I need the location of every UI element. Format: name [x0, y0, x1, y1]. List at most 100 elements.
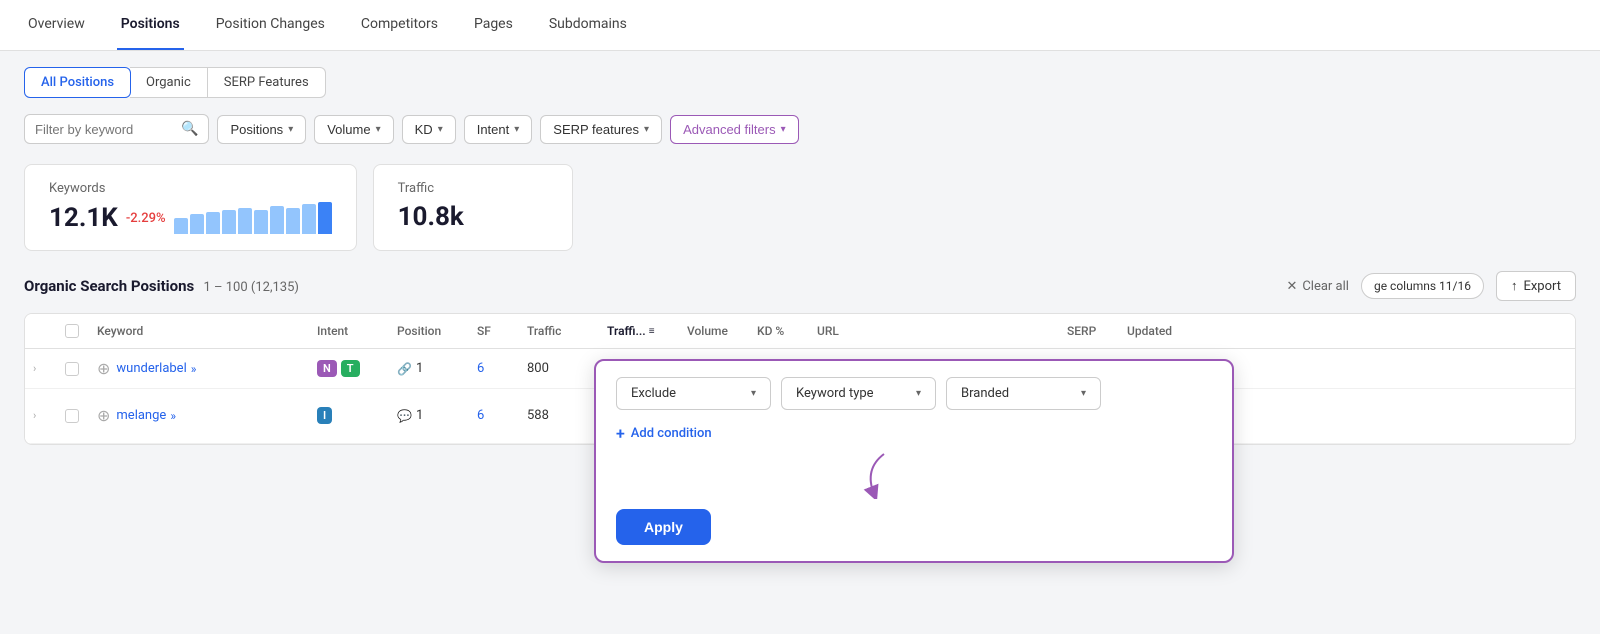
chevron-down-icon: ▾	[438, 124, 443, 135]
select-all-checkbox[interactable]	[65, 324, 79, 338]
section-title-area: Organic Search Positions 1 – 100 (12,135…	[24, 277, 299, 295]
filter-bar: 🔍 Positions ▾ Volume ▾ KD ▾ Intent ▾ SER…	[24, 114, 1576, 144]
nav-positions[interactable]: Positions	[117, 0, 184, 50]
keyword-type-select[interactable]: Keyword type ▾	[781, 377, 936, 410]
chevron-down-icon: ▾	[288, 124, 293, 135]
row-sf-1[interactable]: 6	[477, 361, 527, 376]
link-icon: 💬	[397, 409, 412, 423]
intent-filter-button[interactable]: Intent ▾	[464, 115, 533, 144]
col-position: Position	[397, 324, 477, 338]
positions-filter-button[interactable]: Positions ▾	[217, 115, 306, 144]
bar-3	[206, 212, 220, 234]
chevron-right-icon: ›	[33, 409, 36, 422]
col-traffic-val[interactable]: Traffi... ≡	[607, 324, 687, 338]
nav-competitors[interactable]: Competitors	[357, 0, 442, 50]
advanced-filters-button[interactable]: Advanced filters ▾	[670, 115, 799, 144]
top-navigation: Overview Positions Position Changes Comp…	[0, 0, 1600, 51]
section-header: Organic Search Positions 1 – 100 (12,135…	[24, 271, 1576, 301]
add-circle-icon[interactable]: ⊕	[97, 359, 110, 378]
subtab-organic[interactable]: Organic	[130, 67, 208, 98]
keyword-link[interactable]: wunderlabel	[116, 361, 186, 376]
keywords-label: Keywords	[49, 181, 332, 196]
manage-columns-button[interactable]: ge columns 11/16	[1361, 273, 1484, 299]
serp-features-filter-button[interactable]: SERP features ▾	[540, 115, 662, 144]
row-keyword-1: ⊕ wunderlabel »	[97, 359, 317, 378]
keyword-search-field[interactable]: 🔍	[24, 114, 209, 144]
traffic-label: Traffic	[398, 181, 548, 196]
keywords-change: -2.29%	[126, 211, 166, 226]
bar-9	[302, 204, 316, 234]
keywords-sparkbar	[174, 202, 332, 234]
nav-position-changes[interactable]: Position Changes	[212, 0, 329, 50]
plus-icon: +	[616, 424, 625, 443]
bar-8	[286, 208, 300, 234]
subtab-serp-features[interactable]: SERP Features	[208, 67, 326, 98]
section-actions: ✕ Clear all ge columns 11/16 ↑ Export	[1286, 271, 1576, 301]
col-updated: Updated	[1127, 324, 1217, 338]
section-title: Organic Search Positions	[24, 277, 194, 295]
kd-filter-button[interactable]: KD ▾	[402, 115, 456, 144]
bar-6	[254, 210, 268, 234]
nav-subdomains[interactable]: Subdomains	[545, 0, 631, 50]
bar-10	[318, 202, 332, 234]
row-intent-1: N T	[317, 360, 397, 377]
col-serp: SERP	[1067, 324, 1127, 338]
main-area: Keywords 12.1K -2.29%	[24, 164, 1576, 445]
subtab-bar: All Positions Organic SERP Features	[24, 67, 1576, 98]
intent-badge-i: I	[317, 407, 332, 424]
upload-icon: ↑	[1511, 278, 1518, 294]
section-range: 1 – 100 (12,135)	[203, 280, 299, 295]
stats-row: Keywords 12.1K -2.29%	[24, 164, 1576, 251]
row-checkbox-1[interactable]	[65, 362, 97, 376]
exclude-select[interactable]: Exclude ▾	[616, 377, 771, 410]
x-icon: ✕	[1286, 279, 1297, 294]
search-icon[interactable]: 🔍	[181, 121, 198, 137]
row-intent-2: I	[317, 407, 397, 424]
bar-2	[190, 214, 204, 234]
keyword-link[interactable]: melange	[116, 408, 166, 423]
nav-pages[interactable]: Pages	[470, 0, 517, 50]
row-sf-2[interactable]: 6	[477, 408, 527, 423]
search-input[interactable]	[35, 122, 175, 137]
branded-select[interactable]: Branded ▾	[946, 377, 1101, 410]
col-kd: KD %	[757, 324, 817, 338]
main-content: All Positions Organic SERP Features 🔍 Po…	[0, 51, 1600, 461]
subtab-all-positions[interactable]: All Positions	[24, 67, 131, 98]
chevron-down-icon: ▾	[751, 388, 756, 399]
add-circle-icon[interactable]: ⊕	[97, 406, 110, 425]
apply-button[interactable]: Apply	[616, 509, 711, 545]
sort-icon: ≡	[649, 326, 655, 337]
export-button[interactable]: ↑ Export	[1496, 271, 1576, 301]
row-position-1: 🔗 1	[397, 361, 477, 376]
table-header: Keyword Intent Position SF Traffic	[25, 314, 1575, 349]
row-keyword-2: ⊕ melange »	[97, 406, 317, 425]
col-intent: Intent	[317, 324, 397, 338]
row-select-checkbox[interactable]	[65, 409, 79, 423]
volume-filter-button[interactable]: Volume ▾	[314, 115, 393, 144]
col-volume: Volume	[687, 324, 757, 338]
bar-7	[270, 206, 284, 234]
col-sf: SF	[477, 324, 527, 338]
bar-1	[174, 218, 188, 234]
traffic-stat-card: Traffic 10.8k	[373, 164, 573, 251]
advanced-filters-panel: Exclude ▾ Keyword type ▾ Branded ▾ + Add…	[594, 359, 1234, 563]
keyword-arrows: »	[170, 409, 176, 423]
add-condition-button[interactable]: + Add condition	[616, 424, 1212, 443]
bar-5	[238, 208, 252, 234]
chevron-down-icon: ▾	[644, 124, 649, 135]
keywords-value: 12.1K -2.29%	[49, 202, 332, 234]
row-checkbox-2[interactable]	[65, 409, 97, 423]
row-select-checkbox[interactable]	[65, 362, 79, 376]
arrow-decoration	[616, 459, 1212, 499]
traffic-value: 10.8k	[398, 202, 548, 232]
keywords-stat-card: Keywords 12.1K -2.29%	[24, 164, 357, 251]
intent-badge-n: N	[317, 360, 337, 377]
row-expand-2[interactable]: ›	[33, 409, 65, 422]
clear-all-button[interactable]: ✕ Clear all	[1286, 279, 1349, 294]
nav-overview[interactable]: Overview	[24, 0, 89, 50]
keyword-arrows: »	[191, 362, 197, 376]
col-url: URL	[817, 324, 1067, 338]
chevron-down-icon: ▾	[514, 124, 519, 135]
filter-condition-row: Exclude ▾ Keyword type ▾ Branded ▾	[616, 377, 1212, 410]
row-expand-1[interactable]: ›	[33, 362, 65, 375]
